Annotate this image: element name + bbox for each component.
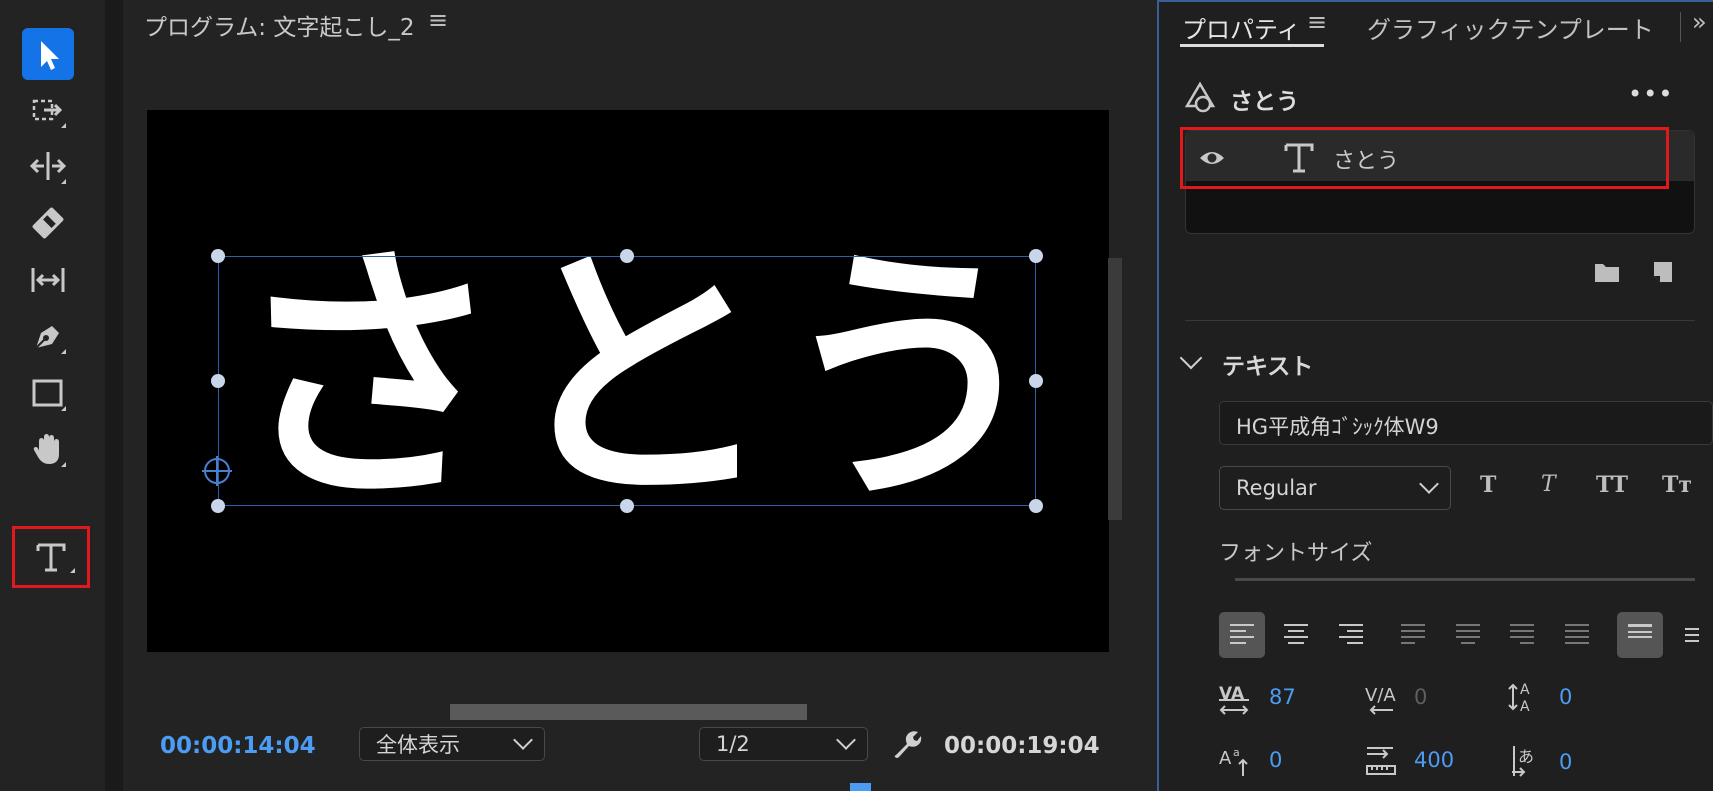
arrow-cursor-icon bbox=[41, 41, 59, 70]
align-top-button[interactable] bbox=[1617, 612, 1663, 658]
monitor-menu-icon[interactable]: ≡ bbox=[428, 6, 448, 34]
svg-text:A: A bbox=[1520, 682, 1530, 698]
ripple-edit-tool-button[interactable] bbox=[22, 140, 74, 192]
kerning-icon: VA bbox=[1219, 684, 1249, 715]
monitor-horizontal-scrollbar[interactable] bbox=[450, 704, 807, 720]
text-section-title[interactable]: テキスト bbox=[1222, 347, 1313, 381]
chevron-down-icon bbox=[836, 730, 856, 750]
font-size-label: フォントサイズ bbox=[1219, 541, 1373, 566]
playhead-marker[interactable] bbox=[850, 783, 871, 791]
playback-resolution-select[interactable]: 1/2 bbox=[699, 727, 868, 761]
justify-last-center-button[interactable] bbox=[1445, 612, 1491, 658]
selection-tool-button[interactable] bbox=[22, 28, 74, 80]
pen-tool-button[interactable] bbox=[22, 310, 74, 362]
type-tool-button[interactable] bbox=[12, 526, 90, 588]
rectangle-tool-button[interactable] bbox=[22, 367, 74, 419]
resize-handle-left[interactable] bbox=[211, 374, 225, 388]
new-layer-icon[interactable] bbox=[1651, 260, 1675, 284]
wrench-settings-icon[interactable] bbox=[890, 728, 922, 760]
tools-panel bbox=[0, 0, 105, 791]
text-bounding-box[interactable] bbox=[211, 249, 1043, 513]
all-caps-button[interactable]: TT bbox=[1596, 472, 1628, 498]
align-center-button[interactable] bbox=[1273, 612, 1319, 658]
tab-width-icon: あ bbox=[1512, 746, 1534, 777]
tsume-value[interactable]: 400 bbox=[1414, 748, 1454, 772]
slip-icon bbox=[31, 268, 65, 292]
baseline-shift-icon: A a bbox=[1219, 746, 1248, 776]
duration-timecode: 00:00:19:04 bbox=[944, 733, 1100, 759]
justify-all-button[interactable] bbox=[1554, 612, 1600, 658]
anchor-point-icon[interactable] bbox=[202, 456, 232, 486]
justify-last-left-button[interactable] bbox=[1390, 612, 1436, 658]
type-icon bbox=[36, 543, 66, 572]
svg-text:A: A bbox=[1219, 748, 1232, 769]
svg-text:A: A bbox=[1520, 699, 1530, 715]
zoom-level-select[interactable]: 全体表示 bbox=[359, 727, 545, 761]
monitor-vertical-scrollbar[interactable] bbox=[1108, 258, 1122, 520]
more-options-icon[interactable]: ••• bbox=[1628, 80, 1673, 108]
section-divider bbox=[1185, 320, 1695, 321]
resize-handle-bottom[interactable] bbox=[620, 499, 634, 513]
resize-handle-top[interactable] bbox=[620, 249, 634, 263]
svg-text:a: a bbox=[1233, 746, 1240, 759]
resize-handle-right[interactable] bbox=[1029, 374, 1043, 388]
align-left-button[interactable] bbox=[1219, 612, 1265, 658]
justify-last-right-button[interactable] bbox=[1499, 612, 1545, 658]
properties-panel bbox=[1157, 0, 1713, 791]
align-more-button[interactable] bbox=[1675, 612, 1713, 658]
tab-divider bbox=[1680, 12, 1681, 42]
object-name: さとう bbox=[1230, 89, 1299, 115]
more-tabs-icon[interactable]: » bbox=[1692, 8, 1707, 36]
tab-graphic-templates[interactable]: グラフィックテンプレート bbox=[1367, 10, 1654, 45]
tsume-icon bbox=[1366, 747, 1396, 775]
faux-bold-button[interactable]: T bbox=[1480, 472, 1496, 498]
font-family-field[interactable]: HG平成角ｺﾞｼｯｸ体W9 bbox=[1219, 401, 1713, 445]
tab-menu-icon[interactable]: ≡ bbox=[1307, 8, 1327, 36]
graphic-object-icon bbox=[1184, 81, 1216, 113]
playback-resolution-value: 1/2 bbox=[716, 732, 750, 756]
razor-tool-button[interactable] bbox=[22, 197, 74, 249]
baseline-shift-value[interactable]: 0 bbox=[1269, 748, 1282, 772]
tracking-icon: V/A bbox=[1365, 685, 1396, 715]
kerning-value[interactable]: 87 bbox=[1269, 685, 1296, 709]
font-style-select[interactable]: Regular bbox=[1219, 466, 1451, 510]
hand-tool-button[interactable] bbox=[22, 423, 74, 475]
resize-handle-bottom-left[interactable] bbox=[211, 499, 225, 513]
tracking-value[interactable]: 0 bbox=[1414, 685, 1427, 709]
font-size-slider[interactable] bbox=[1235, 578, 1695, 581]
resize-handle-top-left[interactable] bbox=[211, 249, 225, 263]
small-caps-button[interactable]: Tт bbox=[1662, 472, 1692, 498]
razor-icon bbox=[32, 207, 64, 239]
new-group-folder-icon[interactable] bbox=[1593, 260, 1621, 284]
panel-focus-border bbox=[1159, 0, 1713, 2]
resize-handle-top-right[interactable] bbox=[1029, 249, 1043, 263]
leading-value[interactable]: 0 bbox=[1559, 685, 1572, 709]
leading-icon: A A bbox=[1508, 682, 1530, 715]
layer-highlight-box bbox=[1180, 127, 1669, 189]
chevron-down-icon bbox=[513, 730, 533, 750]
tab-properties[interactable]: プロパティ bbox=[1182, 10, 1301, 45]
faux-italic-button[interactable]: T bbox=[1541, 472, 1556, 497]
svg-text:V/A: V/A bbox=[1365, 685, 1396, 706]
program-monitor-title[interactable]: プログラム: 文字起こし_2 bbox=[144, 8, 415, 42]
track-select-tool-button[interactable] bbox=[22, 84, 74, 136]
tab-width-value[interactable]: 0 bbox=[1559, 750, 1572, 774]
slip-tool-button[interactable] bbox=[22, 254, 74, 306]
chevron-down-icon bbox=[1419, 474, 1439, 494]
panel-gap bbox=[105, 0, 123, 791]
current-timecode[interactable]: 00:00:14:04 bbox=[160, 733, 316, 759]
resize-handle-bottom-right[interactable] bbox=[1029, 499, 1043, 513]
font-style-value: Regular bbox=[1236, 476, 1317, 500]
svg-text:あ: あ bbox=[1518, 747, 1534, 766]
align-right-button[interactable] bbox=[1328, 612, 1374, 658]
active-tab-underline bbox=[1180, 44, 1324, 47]
zoom-level-value: 全体表示 bbox=[376, 733, 460, 757]
